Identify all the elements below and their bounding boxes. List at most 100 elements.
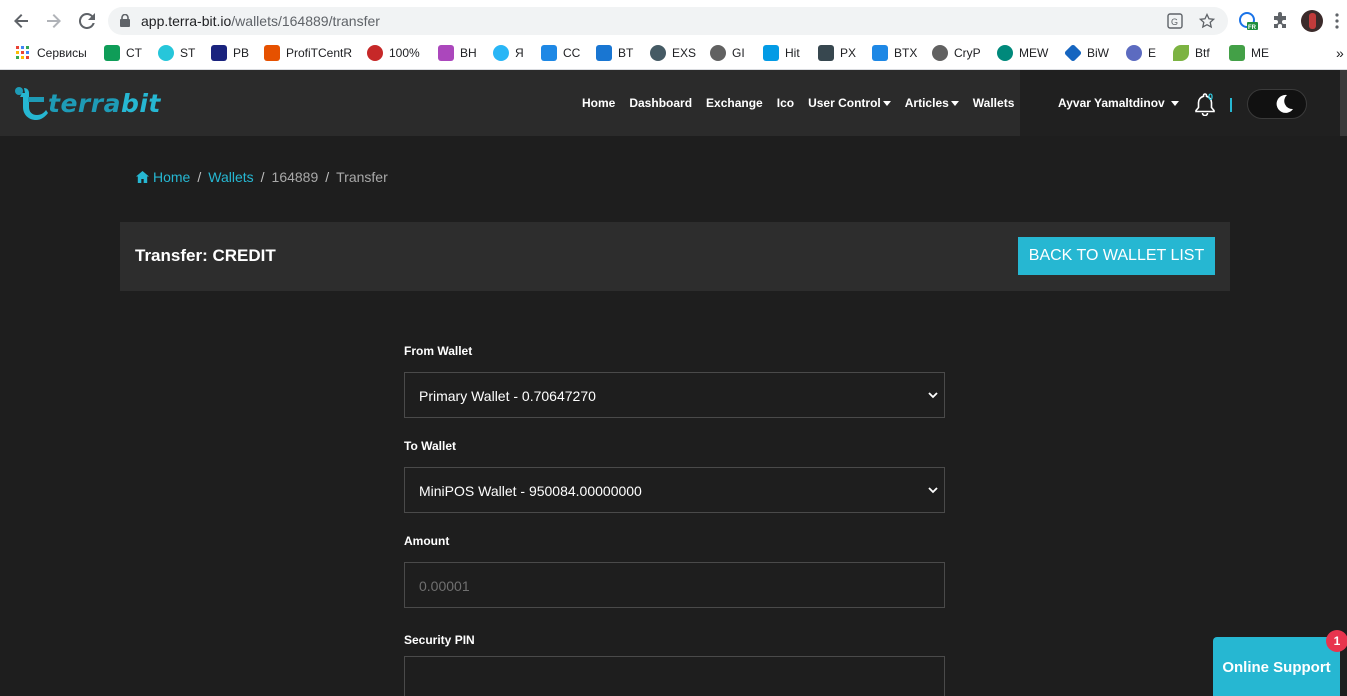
navbar-divider bbox=[1230, 98, 1232, 112]
amount-input[interactable]: 0.00001 bbox=[404, 562, 945, 608]
nav-articles-label: Articles bbox=[904, 96, 949, 110]
support-unread-badge: 1 bbox=[1326, 630, 1347, 652]
bookmark-ya[interactable]: Я bbox=[493, 45, 524, 61]
bookmark-pb[interactable]: PB bbox=[211, 45, 249, 61]
bookmarks-overflow[interactable]: » bbox=[1336, 45, 1344, 61]
breadcrumb-home[interactable]: Home bbox=[153, 169, 190, 185]
security-pin-input[interactable] bbox=[404, 656, 945, 696]
globe-icon bbox=[932, 45, 948, 61]
star-icon[interactable] bbox=[1199, 13, 1215, 29]
bookmark-label: EXS bbox=[672, 46, 697, 60]
bookmark-label: BiW bbox=[1087, 46, 1109, 60]
breadcrumb-wallets[interactable]: Wallets bbox=[208, 169, 253, 185]
forward-arrow-icon[interactable] bbox=[40, 7, 68, 35]
kebab-menu-icon[interactable] bbox=[1330, 7, 1344, 35]
nav-dashboard[interactable]: Dashboard bbox=[629, 96, 692, 110]
bookmark-favicon-icon bbox=[997, 45, 1013, 61]
bookmark-st[interactable]: ST bbox=[158, 45, 195, 61]
amount-label: Amount bbox=[404, 534, 450, 548]
bookmark-btf[interactable]: Btf bbox=[1173, 45, 1210, 61]
bookmark-favicon-icon bbox=[541, 45, 557, 61]
browser-chrome: app.terra-bit.io/wallets/164889/transfer… bbox=[0, 0, 1347, 70]
nav-wallets[interactable]: Wallets bbox=[973, 96, 1015, 110]
bookmark-ct[interactable]: CT bbox=[104, 45, 142, 61]
bookmark-favicon-icon bbox=[763, 45, 779, 61]
online-support-button[interactable]: Online Support bbox=[1213, 637, 1340, 696]
breadcrumb-separator: / bbox=[260, 169, 265, 185]
bookmark-biw[interactable]: BiW bbox=[1063, 43, 1109, 63]
translate-icon[interactable]: G bbox=[1167, 13, 1183, 29]
dark-mode-toggle[interactable] bbox=[1247, 89, 1307, 119]
bookmark-label: ME bbox=[1251, 46, 1269, 60]
logo-t-icon bbox=[15, 87, 48, 120]
extension-fr-icon[interactable]: FR bbox=[1238, 11, 1258, 31]
bookmark-label: CT bbox=[126, 46, 142, 60]
bookmark-cc[interactable]: CC bbox=[541, 45, 580, 61]
bookmark-btx[interactable]: BTX bbox=[872, 45, 917, 61]
bookmark-label: Btf bbox=[1195, 46, 1210, 60]
bookmark-label: ST bbox=[180, 46, 196, 60]
bookmarks-bar: Сервисы CT ST PB ProfiTCentR 100% BH Я C… bbox=[0, 40, 1347, 66]
bookmark-label: ProfiTCentR bbox=[286, 46, 353, 60]
breadcrumb-separator: / bbox=[325, 169, 330, 185]
bookmark-label: 100% bbox=[389, 46, 420, 60]
terrabit-logo[interactable]: terrabit bbox=[14, 84, 161, 122]
bookmark-bt[interactable]: BT bbox=[596, 45, 633, 61]
bookmark-100[interactable]: 100% bbox=[367, 45, 420, 61]
bookmark-hit[interactable]: Hit bbox=[763, 45, 800, 61]
telegram-icon bbox=[493, 45, 509, 61]
to-wallet-select[interactable]: MiniPOS Wallet - 950084.00000000 bbox=[404, 467, 945, 513]
bookmark-profitcentr[interactable]: ProfiTCentR bbox=[264, 45, 352, 61]
bookmark-favicon-icon bbox=[872, 45, 888, 61]
bookmark-favicon-icon bbox=[596, 45, 612, 61]
from-wallet-select[interactable]: Primary Wallet - 0.70647270 bbox=[404, 372, 945, 418]
bookmark-label: PX bbox=[840, 46, 857, 60]
address-bar[interactable]: app.terra-bit.io/wallets/164889/transfer… bbox=[108, 7, 1228, 35]
logo-text-terra: terra bbox=[48, 88, 121, 118]
puzzle-icon[interactable] bbox=[1270, 11, 1290, 31]
bookmark-label: Я bbox=[515, 46, 524, 60]
bookmark-services[interactable]: Сервисы bbox=[15, 45, 87, 61]
url-host: app.terra-bit.io bbox=[141, 13, 232, 29]
bookmark-favicon-icon bbox=[1063, 43, 1083, 63]
bookmark-label: BH bbox=[460, 46, 477, 60]
nav-articles[interactable]: Articles bbox=[905, 96, 959, 110]
profile-avatar[interactable] bbox=[1301, 10, 1323, 32]
nav-user-control[interactable]: User Control bbox=[808, 96, 891, 110]
moon-icon bbox=[1276, 94, 1293, 113]
bookmark-favicon-icon bbox=[1229, 45, 1245, 61]
nav-home[interactable]: Home bbox=[582, 96, 615, 110]
nav-user-control-label: User Control bbox=[808, 96, 881, 110]
to-wallet-label: To Wallet bbox=[404, 439, 456, 453]
app-navbar: terrabit Home Dashboard Exchange Ico Use… bbox=[0, 70, 1347, 136]
bookmark-exs[interactable]: EXS bbox=[650, 45, 696, 61]
bookmark-label: PB bbox=[233, 46, 250, 60]
back-to-wallet-list-button[interactable]: BACK TO WALLET LIST bbox=[1018, 237, 1215, 275]
amount-placeholder: 0.00001 bbox=[419, 578, 470, 594]
bookmark-label: BTX bbox=[894, 46, 918, 60]
bookmark-mew[interactable]: MEW bbox=[997, 45, 1048, 61]
nav-ico[interactable]: Ico bbox=[777, 96, 794, 110]
svg-text:FR: FR bbox=[1248, 25, 1257, 31]
page-title: Transfer: CREDIT bbox=[135, 246, 276, 265]
bookmark-me[interactable]: ME bbox=[1229, 45, 1269, 61]
breadcrumb-separator: / bbox=[197, 169, 202, 185]
caret-down-icon bbox=[950, 100, 959, 106]
bookmark-e[interactable]: E bbox=[1126, 45, 1156, 61]
reload-icon[interactable] bbox=[73, 7, 101, 35]
bookmark-favicon-icon bbox=[710, 45, 726, 61]
notification-count: 0 bbox=[1208, 92, 1214, 102]
leaf-icon bbox=[1173, 45, 1189, 61]
bookmark-label: Hit bbox=[785, 46, 800, 60]
nav-exchange[interactable]: Exchange bbox=[706, 96, 763, 110]
chevron-down-icon bbox=[928, 392, 938, 399]
search-icon bbox=[650, 45, 666, 61]
page-scrollbar[interactable] bbox=[1340, 70, 1347, 136]
bookmark-cryp[interactable]: CryP bbox=[932, 45, 981, 61]
bookmark-gi[interactable]: GI bbox=[710, 45, 745, 61]
user-menu[interactable]: Ayvar Yamaltdinov bbox=[1058, 96, 1179, 110]
bookmark-bh[interactable]: BH bbox=[438, 45, 477, 61]
url-path: /wallets/164889/transfer bbox=[231, 13, 380, 29]
bookmark-px[interactable]: PX bbox=[818, 45, 856, 61]
back-arrow-icon[interactable] bbox=[7, 7, 35, 35]
